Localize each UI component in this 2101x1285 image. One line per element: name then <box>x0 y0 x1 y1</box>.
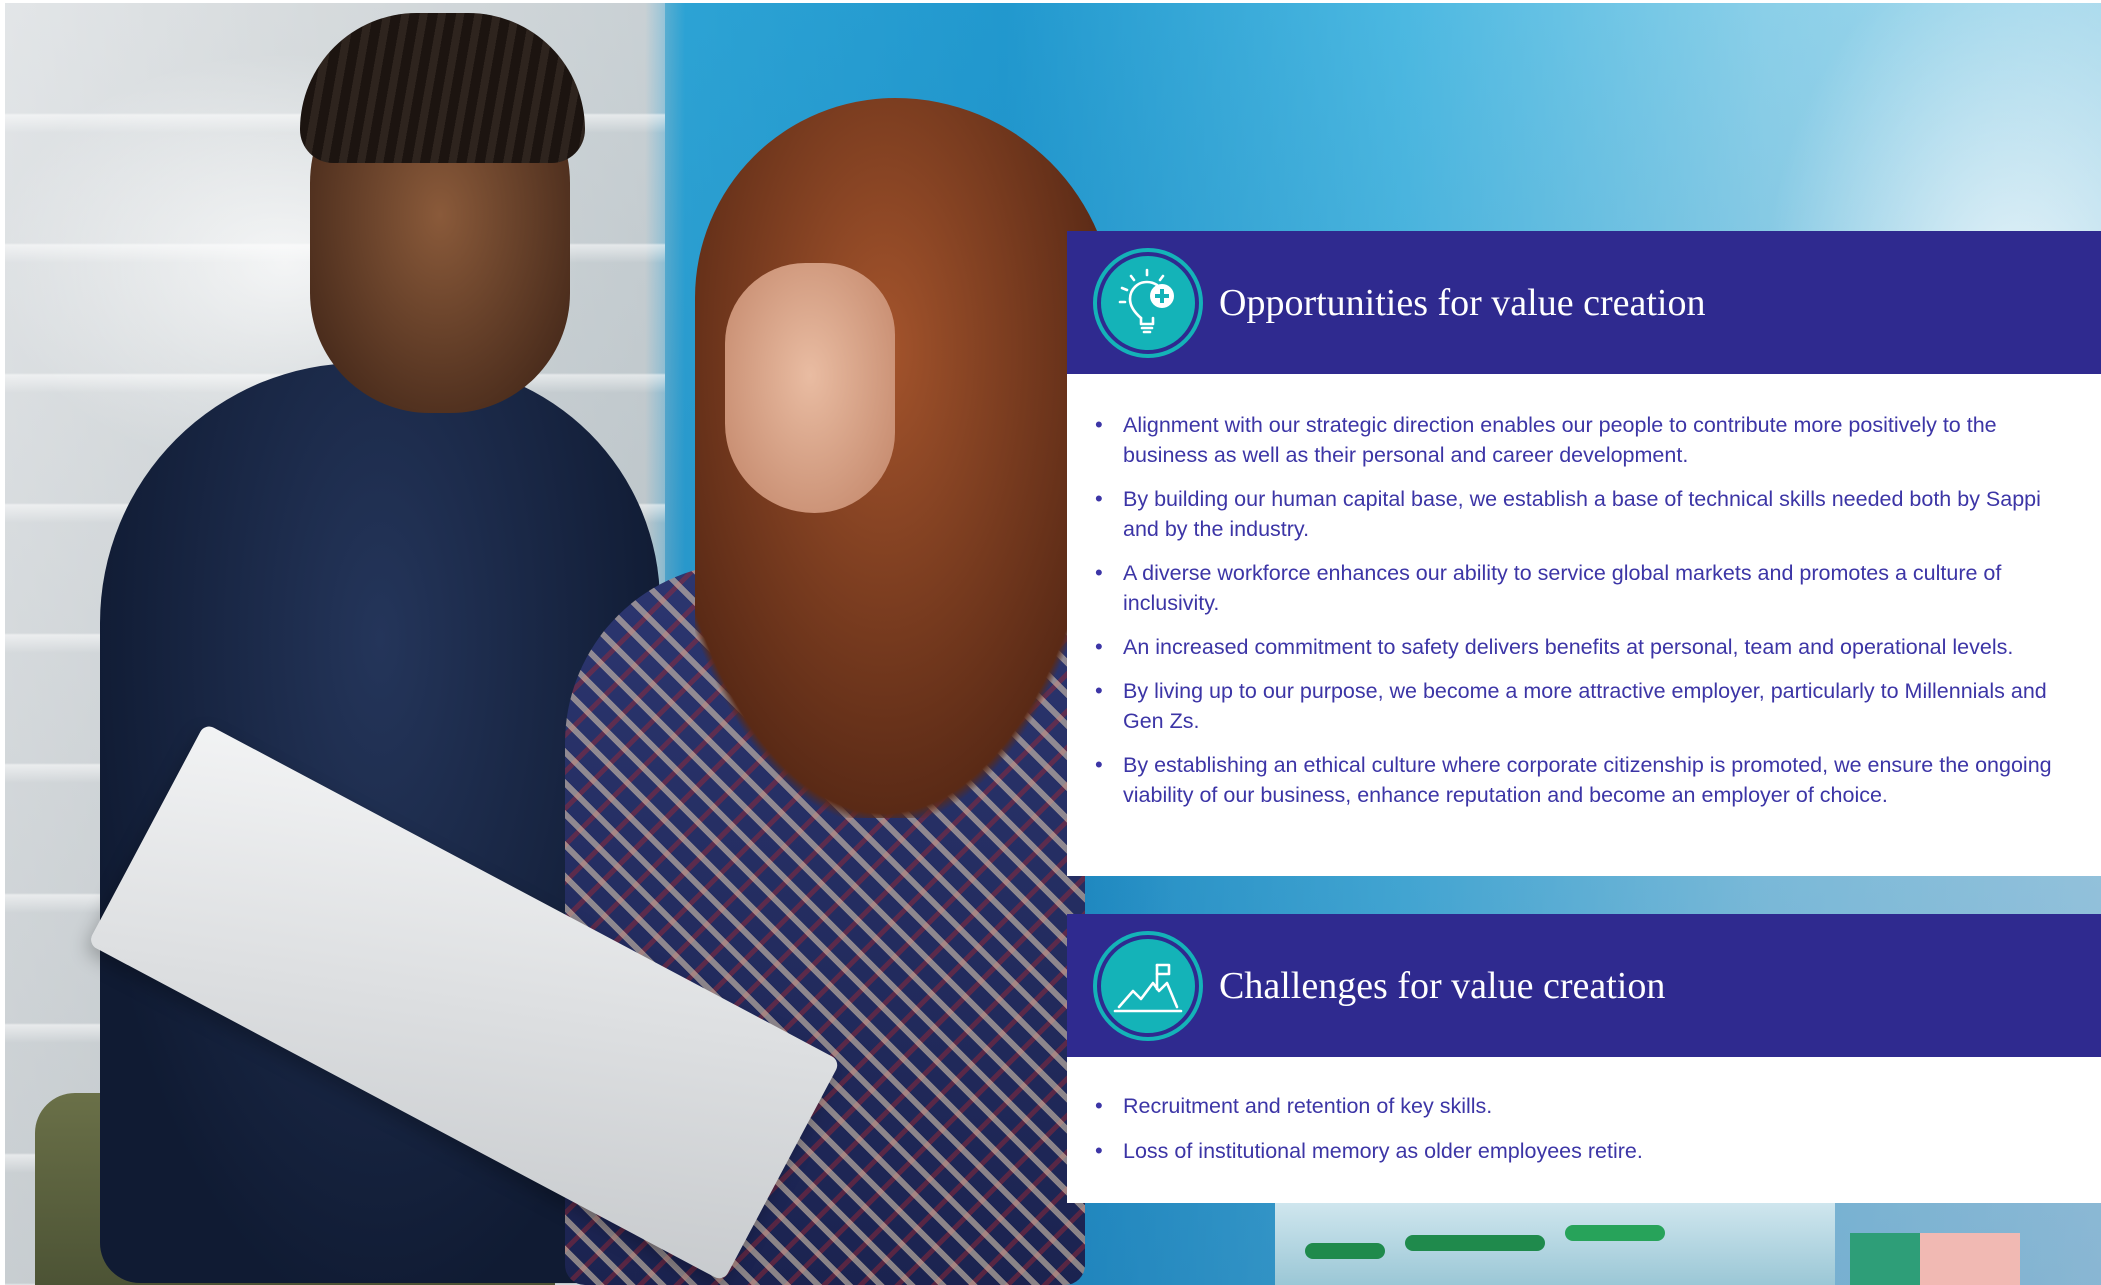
lightbulb-plus-icon <box>1097 252 1199 354</box>
list-item: Recruitment and retention of key skills. <box>1093 1091 2071 1121</box>
list-item: By living up to our purpose, we become a… <box>1093 676 2071 736</box>
list-item: Alignment with our strategic direction e… <box>1093 410 2071 470</box>
mountain-flag-icon <box>1097 935 1199 1037</box>
marker <box>1565 1225 1665 1241</box>
opportunities-header: Opportunities for value creation <box>1067 231 2101 374</box>
challenges-title: Challenges for value creation <box>1219 964 1666 1007</box>
challenges-header: Challenges for value creation <box>1067 914 2101 1057</box>
list-item: Loss of institutional memory as older em… <box>1093 1136 2071 1166</box>
list-item: By building our human capital base, we e… <box>1093 484 2071 544</box>
woman-face <box>725 263 895 513</box>
challenges-list: Recruitment and retention of key skills.… <box>1093 1091 2071 1166</box>
list-item: By establishing an ethical culture where… <box>1093 750 2071 810</box>
marker <box>1305 1243 1385 1259</box>
decorative-block <box>1920 1233 2020 1285</box>
marker <box>1405 1235 1545 1251</box>
opportunities-title: Opportunities for value creation <box>1219 281 1706 324</box>
challenges-body: Recruitment and retention of key skills.… <box>1067 1057 2101 1203</box>
opportunities-list: Alignment with our strategic direction e… <box>1093 410 2071 810</box>
opportunities-body: Alignment with our strategic direction e… <box>1067 374 2101 876</box>
list-item: An increased commitment to safety delive… <box>1093 632 2071 662</box>
decorative-block <box>1850 1233 1920 1285</box>
list-item: A diverse workforce enhances our ability… <box>1093 558 2071 618</box>
